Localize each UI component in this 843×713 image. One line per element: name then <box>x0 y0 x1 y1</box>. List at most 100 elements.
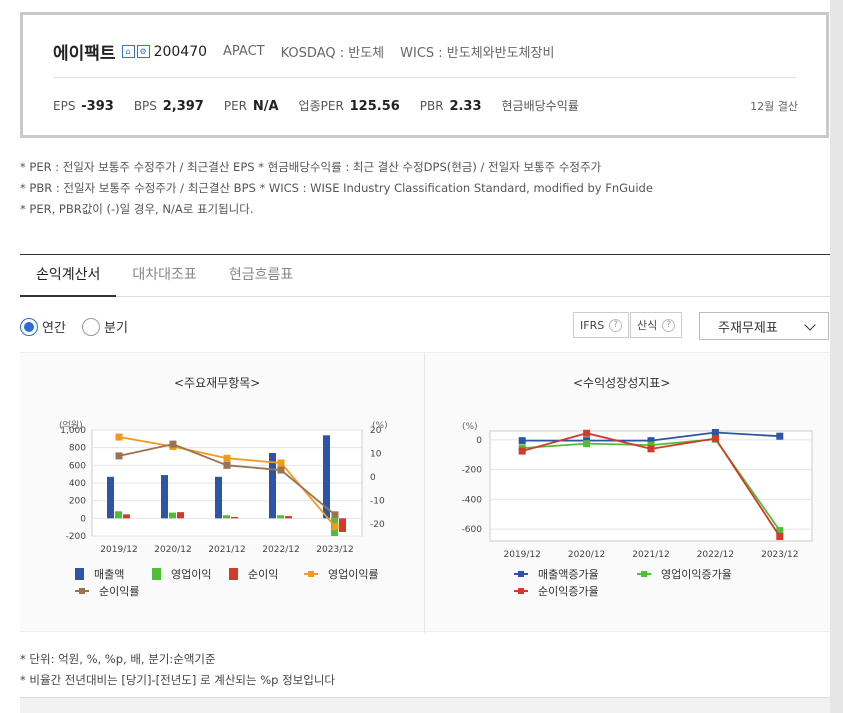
legend-swatch <box>637 568 651 580</box>
footnote-line: * 단위: 억원, %, %p, 배, 분기:순액기준 <box>20 652 216 666</box>
bar-영업이익 <box>115 511 122 519</box>
building-icon[interactable]: ⌂ <box>121 45 135 58</box>
metric-pbr: PBR 2.33 <box>419 99 482 114</box>
y2-tick-label: -20 <box>370 520 385 530</box>
legend-swatch <box>304 568 318 580</box>
y2-tick-label: -10 <box>370 497 385 507</box>
legend-swatch <box>75 585 89 597</box>
y-axis-unit: (%) <box>462 422 478 432</box>
definition-notes: * PER : 전일자 보통주 수정주가 / 최근결산 EPS * 현금배당수익… <box>20 157 653 220</box>
bar-영업이익 <box>169 512 176 519</box>
tab-cash-flow[interactable]: 현금흐름표 <box>213 255 309 296</box>
chart1-legend: 매출액 영업이익 순이익 영업이익률 순이익률 <box>75 566 415 606</box>
statement-type-select[interactable]: 주재무제표 <box>699 312 829 340</box>
legend-label: 순이익증가율 <box>538 585 599 598</box>
legend-op-income-growth[interactable]: 영업이익증가율 <box>637 566 732 582</box>
formula-label: 산식 <box>637 319 658 332</box>
x-tick-label: 2020/12 <box>154 545 191 555</box>
legend-revenue[interactable]: 매출액 <box>75 566 124 582</box>
legend-swatch <box>514 585 528 597</box>
point-매출액증가율 <box>776 432 784 440</box>
ifrs-label: IFRS <box>580 318 605 332</box>
metrics-row: EPS -393 BPS 2,397 PER N/A 업종PER 125.56 … <box>53 97 601 114</box>
formula-button[interactable]: 산식 ? <box>630 312 683 338</box>
bar-순이익 <box>285 516 292 519</box>
legend-operating-margin[interactable]: 영업이익률 <box>304 566 379 582</box>
y2-axis-unit: (%) <box>372 421 388 431</box>
point-매출액증가율 <box>518 437 526 445</box>
bar-순이익 <box>177 512 184 519</box>
y-tick-label: 0 <box>476 436 482 446</box>
bar-순이익 <box>339 518 346 533</box>
bar-매출액 <box>215 476 222 519</box>
tab-income-statement[interactable]: 손익계산서 <box>20 255 117 297</box>
point-영업이익률 <box>331 523 339 531</box>
y-tick-label: -600 <box>462 525 483 535</box>
legend-operating-income[interactable]: 영업이익 <box>152 566 211 582</box>
settings-icon[interactable]: ⚙ <box>136 45 150 58</box>
x-tick-label: 2023/12 <box>761 550 798 560</box>
x-tick-label: 2021/12 <box>632 550 669 560</box>
metric-eps: EPS -393 <box>53 99 114 114</box>
legend-label: 영업이익 <box>171 568 212 581</box>
x-tick-label: 2019/12 <box>504 550 541 560</box>
point-순이익증가율 <box>647 445 655 453</box>
legend-net-income[interactable]: 순이익 <box>229 566 278 582</box>
point-순이익증가율 <box>518 447 526 455</box>
radio-dot[interactable] <box>82 317 100 336</box>
charts-panel: <주요재무항목> <수익성장성지표> 1,000 800 600 400 200 0 -20… <box>20 352 830 633</box>
bar-순이익 <box>231 517 238 519</box>
x-tick-label: 2019/12 <box>100 545 137 555</box>
legend-swatch <box>152 568 161 580</box>
note-line: * PER, PBR값이 (-)일 경우, N/A로 표기됩니다. <box>20 202 254 216</box>
radio-annual[interactable]: 연간 <box>20 317 66 336</box>
point-영업이익률 <box>277 459 285 467</box>
radio-quarter-label: 분기 <box>104 321 128 336</box>
note-line: * PER : 전일자 보통주 수정주가 / 최근결산 EPS * 현금배당수익… <box>20 160 602 174</box>
company-name: 에이팩트 <box>53 44 116 64</box>
x-tick-label: 2022/12 <box>262 545 299 555</box>
legend-revenue-growth[interactable]: 매출액증가율 <box>514 566 599 582</box>
legend-label: 매출액 <box>94 568 125 581</box>
metric-dividend-yield: 현금배당수익률 <box>501 99 579 113</box>
point-순이익률 <box>115 452 123 460</box>
note-line: * PBR : 전일자 보통주 수정주가 / 최근결산 BPS * WICS :… <box>20 181 653 195</box>
metric-sector-per: 업종PER 125.56 <box>298 99 400 114</box>
y-tick-label: 0 <box>80 514 86 524</box>
legend-net-income-growth[interactable]: 순이익증가율 <box>514 583 599 599</box>
radio-dot[interactable] <box>20 317 38 336</box>
statement-tabs: 손익계산서 대차대조표 현금흐름표 <box>20 255 830 297</box>
bar-매출액 <box>161 475 168 519</box>
point-순이익증가율 <box>776 533 784 541</box>
y2-tick-label: 0 <box>370 473 376 483</box>
ifrs-button[interactable]: IFRS ? <box>573 312 630 338</box>
metric-per: PER N/A <box>223 99 279 114</box>
legend-label: 순이익률 <box>99 585 140 598</box>
page: 에이팩트 ⌂ ⚙ 200470 APACT KOSDAQ : 반도체 WICS … <box>0 0 830 713</box>
point-순이익률 <box>331 511 339 519</box>
point-순이익률 <box>277 466 285 474</box>
y-tick-label: 200 <box>69 497 86 507</box>
tab-balance-sheet[interactable]: 대차대조표 <box>116 255 212 296</box>
market-sector: KOSDAQ : 반도체 <box>280 46 385 61</box>
help-icon[interactable]: ? <box>609 318 623 332</box>
x-tick-label: 2020/12 <box>568 550 605 560</box>
bar-영업이익 <box>277 515 284 519</box>
point-영업이익률 <box>223 454 231 462</box>
y-tick-label: -200 <box>462 466 483 476</box>
legend-swatch <box>514 568 528 580</box>
bar-순이익 <box>123 514 130 519</box>
unit-footnotes: * 단위: 억원, %, %p, 배, 분기:순액기준 * 비율간 전년대비는 … <box>20 649 335 691</box>
point-순이익증가율 <box>583 429 591 437</box>
radio-quarter[interactable]: 분기 <box>82 317 128 336</box>
legend-label: 순이익 <box>248 568 279 581</box>
legend-label: 영업이익률 <box>328 568 379 581</box>
point-영업이익률 <box>115 433 123 441</box>
chart2-title: <수익성장성지표> <box>573 376 671 390</box>
legend-net-margin[interactable]: 순이익률 <box>75 583 139 599</box>
metric-bps: BPS 2,397 <box>133 99 204 114</box>
legend-label: 매출액증가율 <box>538 568 599 581</box>
point-순이익률 <box>223 461 231 469</box>
legend-swatch <box>229 568 238 580</box>
help-icon[interactable]: ? <box>662 318 676 332</box>
